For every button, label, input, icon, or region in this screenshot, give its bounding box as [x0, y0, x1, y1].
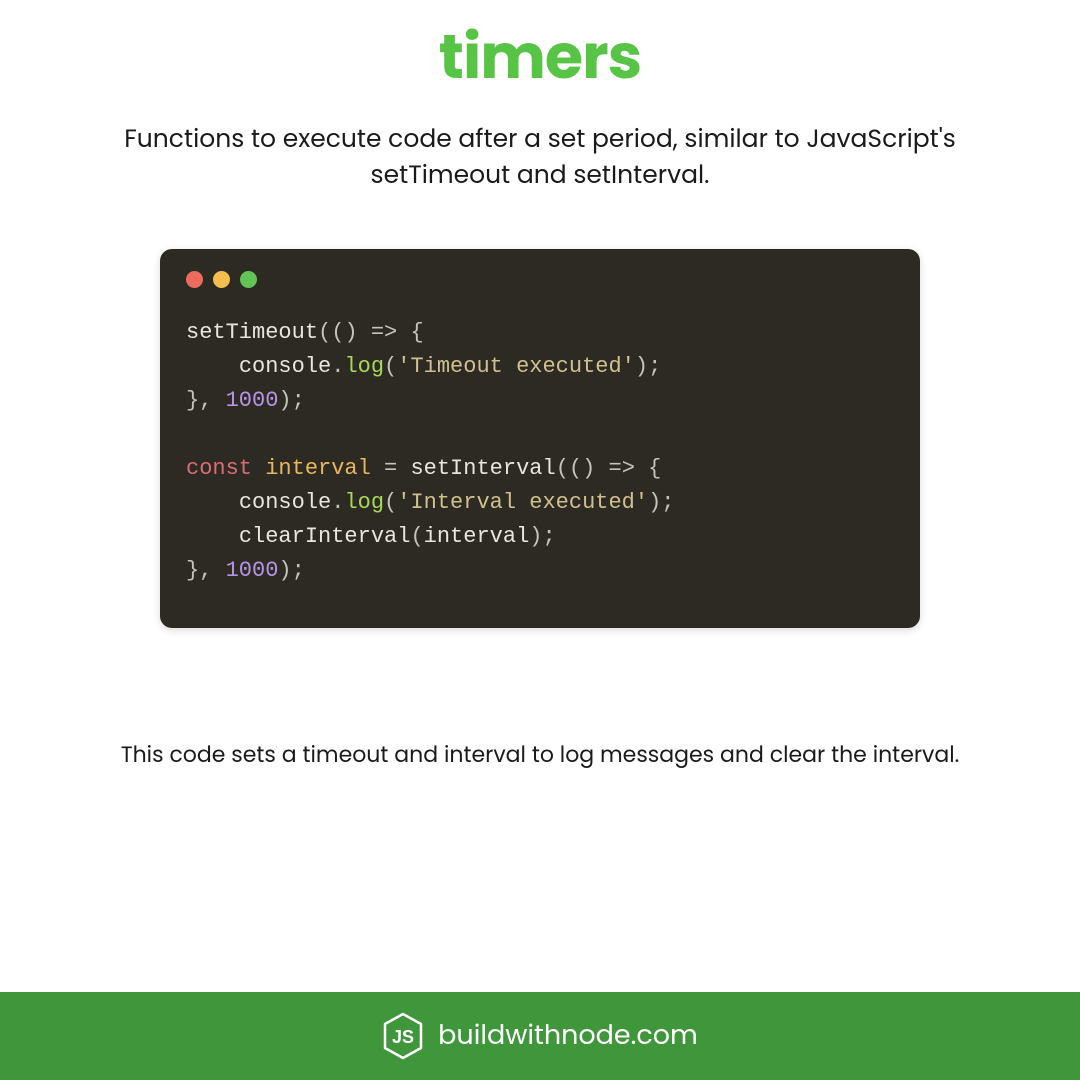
- code-token: 1000: [226, 558, 279, 583]
- code-token: [252, 456, 265, 481]
- code-token: (: [384, 490, 397, 515]
- code-token: =: [371, 456, 411, 481]
- code-token: }: [186, 388, 199, 413]
- code-token: 1000: [226, 388, 279, 413]
- code-token: clearInterval: [239, 524, 411, 549]
- code-token: ): [582, 456, 595, 481]
- code-token: ((: [318, 320, 344, 345]
- minimize-icon: [213, 271, 230, 288]
- code-token: );: [278, 388, 304, 413]
- footer-site: buildwithnode.com: [438, 1016, 698, 1056]
- code-window: setTimeout(() => { console.log('Timeout …: [160, 249, 920, 629]
- svg-text:JS: JS: [392, 1027, 414, 1047]
- main-content: timers Functions to execute code after a…: [0, 0, 1080, 992]
- code-token: );: [648, 490, 674, 515]
- code-token: [186, 354, 239, 379]
- code-token: );: [635, 354, 661, 379]
- code-token: );: [529, 524, 555, 549]
- close-icon: [186, 271, 203, 288]
- code-block: setTimeout(() => { console.log('Timeout …: [186, 316, 894, 589]
- code-token: setInterval: [410, 456, 555, 481]
- code-token: =>: [358, 320, 411, 345]
- window-controls: [186, 271, 894, 288]
- code-token: =>: [595, 456, 648, 481]
- code-token: );: [278, 558, 304, 583]
- code-token: [186, 524, 239, 549]
- code-token: (: [384, 354, 397, 379]
- code-token: console: [239, 354, 331, 379]
- code-token: {: [648, 456, 661, 481]
- code-token: 'Interval executed': [397, 490, 648, 515]
- code-token: setTimeout: [186, 320, 318, 345]
- code-token: ((: [556, 456, 582, 481]
- code-token: log: [344, 490, 384, 515]
- code-token: (: [410, 524, 423, 549]
- page-subtitle: Functions to execute code after a set pe…: [115, 121, 965, 194]
- code-token: console: [239, 490, 331, 515]
- code-token: log: [344, 354, 384, 379]
- code-token: {: [410, 320, 423, 345]
- code-token: [186, 490, 239, 515]
- code-token: }: [186, 558, 199, 583]
- maximize-icon: [240, 271, 257, 288]
- code-token: ,: [199, 388, 225, 413]
- code-token: ,: [199, 558, 225, 583]
- code-token: ): [344, 320, 357, 345]
- code-token: 'Timeout executed': [397, 354, 635, 379]
- code-token: .: [331, 490, 344, 515]
- footer: JS buildwithnode.com: [0, 992, 1080, 1080]
- code-token: interval: [265, 456, 371, 481]
- page-title: timers: [439, 10, 641, 103]
- code-token: .: [331, 354, 344, 379]
- code-token: const: [186, 456, 252, 481]
- code-token: interval: [424, 524, 530, 549]
- page-caption: This code sets a timeout and interval to…: [121, 738, 960, 771]
- nodejs-icon: JS: [382, 1012, 424, 1060]
